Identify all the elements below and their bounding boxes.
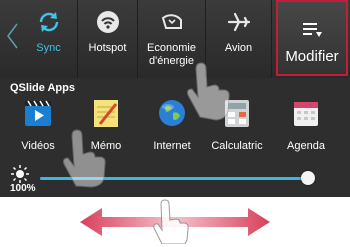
qslide-app-agenda[interactable]: Agenda — [275, 98, 337, 156]
sync-toggle[interactable]: Sync — [20, 0, 78, 78]
internet-label: Internet — [153, 140, 191, 152]
tap-hand-icon — [187, 62, 230, 121]
hotspot-icon — [96, 11, 119, 33]
calendar-icon — [294, 102, 318, 126]
qslide-title: QSlide Apps — [10, 82, 75, 94]
airplane-icon — [227, 12, 250, 32]
hotspot-toggle[interactable]: Hotspot — [78, 0, 138, 78]
airplane-label: Avion — [224, 42, 253, 54]
power-saving-icon — [161, 14, 182, 29]
calculator-label: Calculatric — [211, 140, 263, 152]
modifier-label: Modifier — [285, 48, 339, 65]
video-icon — [25, 100, 51, 126]
sync-label: Sync — [36, 42, 61, 54]
notification-panel: Sync Hotspot Economie d'énergie Avion Mo… — [0, 0, 350, 197]
modifier-button[interactable]: Modifier — [276, 0, 348, 76]
brightness-sun-icon[interactable] — [11, 165, 29, 183]
brightness-knob[interactable] — [301, 171, 315, 185]
edit-list-icon — [303, 23, 322, 37]
hotspot-label: Hotspot — [88, 42, 127, 54]
brightness-percent: 100% — [10, 183, 36, 194]
drag-hand-icon — [63, 129, 106, 188]
agenda-label: Agenda — [287, 140, 325, 152]
chevron-left-icon[interactable] — [5, 22, 19, 50]
sync-icon — [39, 12, 58, 32]
swipe-gesture-icon — [80, 199, 270, 244]
